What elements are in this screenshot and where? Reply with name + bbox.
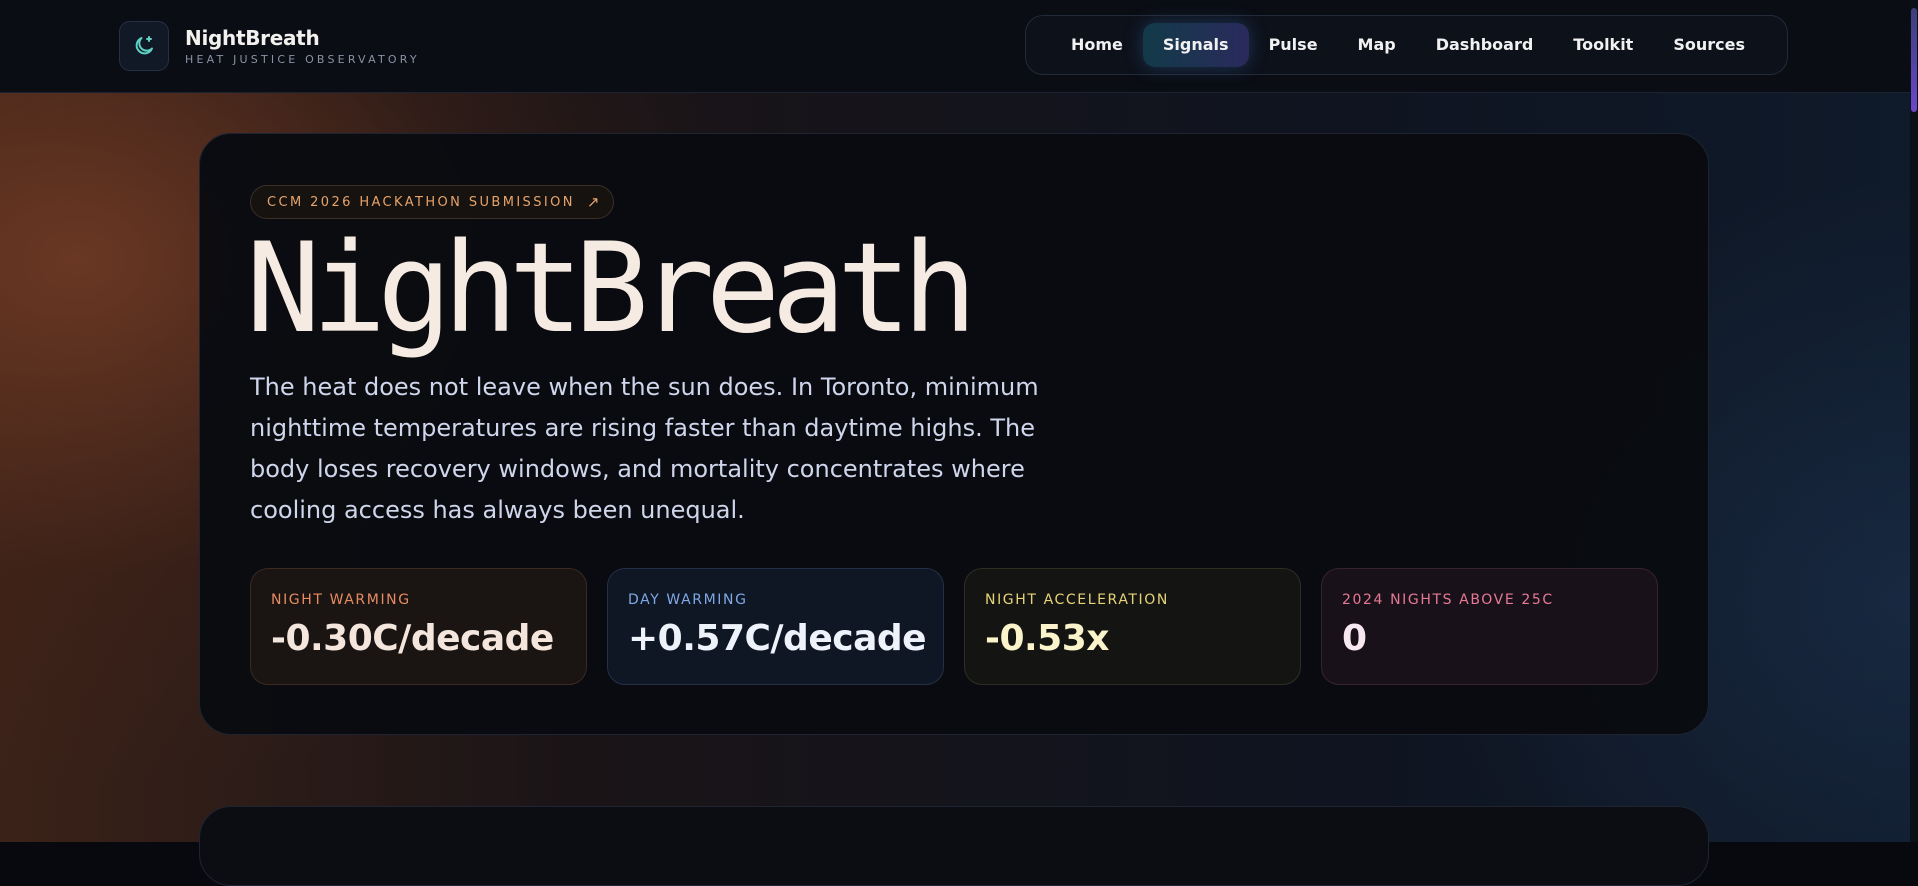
stat-value: -0.30C/decade	[271, 618, 554, 659]
hero-card: CCM 2026 HACKATHON SUBMISSION ↗ NightBre…	[199, 133, 1709, 735]
stat-card-day-warming: DAY WARMING +0.57C/decade	[607, 568, 944, 685]
next-section-card	[199, 806, 1709, 886]
nav-item-home[interactable]: Home	[1051, 23, 1143, 67]
hero-title: NightBreath	[246, 217, 977, 361]
nav-item-dashboard[interactable]: Dashboard	[1416, 23, 1554, 67]
nav-item-pulse[interactable]: Pulse	[1249, 23, 1338, 67]
stat-label: NIGHT WARMING	[271, 592, 411, 608]
hero-description: The heat does not leave when the sun doe…	[250, 373, 1039, 524]
brand-name: NightBreath	[185, 25, 320, 50]
stat-value: 0	[1342, 618, 1367, 659]
brand-subtitle: HEAT JUSTICE OBSERVATORY	[185, 52, 420, 66]
moon-sparkle-icon	[119, 21, 169, 71]
nav-item-sources[interactable]: Sources	[1653, 23, 1765, 67]
scrollbar-thumb[interactable]	[1911, 8, 1917, 112]
stat-label: DAY WARMING	[628, 592, 748, 608]
stat-label: NIGHT ACCELERATION	[985, 592, 1169, 608]
stat-label: 2024 NIGHTS ABOVE 25C	[1342, 592, 1554, 608]
brand[interactable]: NightBreath HEAT JUSTICE OBSERVATORY	[119, 21, 420, 71]
stat-value: -0.53x	[985, 618, 1109, 659]
page-scrollbar[interactable]	[1910, 0, 1918, 842]
top-navigation-bar: NightBreath HEAT JUSTICE OBSERVATORY Hom…	[0, 0, 1918, 93]
arrow-up-right-icon: ↗	[586, 193, 600, 211]
nav-item-map[interactable]: Map	[1338, 23, 1416, 67]
stat-card-nights-above-25c: 2024 NIGHTS ABOVE 25C 0	[1321, 568, 1658, 685]
stat-card-night-acceleration: NIGHT ACCELERATION -0.53x	[964, 568, 1301, 685]
nav-item-toolkit[interactable]: Toolkit	[1553, 23, 1653, 67]
main-nav: Home Signals Pulse Map Dashboard Toolkit…	[1025, 15, 1788, 75]
badge-label: CCM 2026 HACKATHON SUBMISSION	[267, 194, 575, 210]
nav-item-signals[interactable]: Signals	[1142, 23, 1249, 67]
stat-value: +0.57C/decade	[628, 618, 927, 659]
stat-card-night-warming: NIGHT WARMING -0.30C/decade	[250, 568, 587, 685]
